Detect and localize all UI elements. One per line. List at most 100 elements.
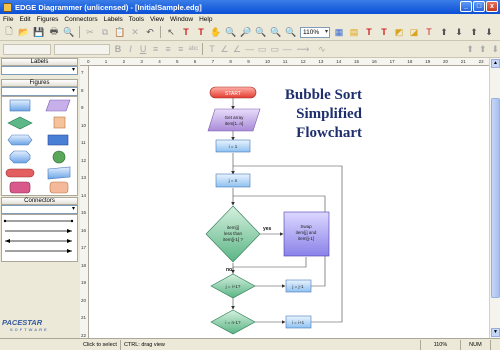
- bold-icon[interactable]: B: [113, 43, 123, 55]
- bring-front-icon[interactable]: ⬆: [438, 26, 450, 38]
- menu-connectors[interactable]: Connectors: [64, 16, 97, 23]
- figure-label-icon[interactable]: T: [423, 26, 435, 38]
- menu-figures[interactable]: Figures: [37, 16, 59, 23]
- text-tool-icon[interactable]: T: [180, 26, 192, 38]
- flip-icon[interactable]: ⬆: [478, 43, 488, 55]
- parallelogram-shape[interactable]: [45, 99, 71, 112]
- octagon-shape[interactable]: [9, 150, 31, 164]
- diagram-canvas[interactable]: 0 1 2 3 4 5 6 7 8 9 10 11 12 13 14 15 16 17 18 19 20 21 22 789…: [80, 58, 489, 338]
- close-button[interactable]: x: [486, 1, 498, 12]
- minimize-button[interactable]: _: [460, 1, 472, 12]
- get-array-label-1: Get array: [225, 115, 245, 120]
- cylinder-shape[interactable]: [49, 181, 69, 194]
- delete-icon[interactable]: ✕: [129, 26, 141, 38]
- square-shape[interactable]: [53, 116, 66, 129]
- align-center-icon[interactable]: ≡: [163, 43, 173, 55]
- rotate-icon[interactable]: ⬇: [491, 43, 500, 55]
- align-bottom-icon[interactable]: ⬇: [483, 26, 495, 38]
- decision-label-1: item[j]: [227, 225, 239, 230]
- connector-elbow[interactable]: [5, 249, 72, 253]
- paste-icon[interactable]: 📋: [114, 26, 126, 38]
- line-style-icon[interactable]: ◪: [408, 26, 420, 38]
- terminator-shape[interactable]: [5, 168, 35, 178]
- status-hint-select: Click to select: [80, 339, 121, 350]
- align-left-icon[interactable]: ≡: [151, 43, 161, 55]
- line-style-dash-icon[interactable]: ▭: [257, 43, 267, 55]
- diamond-shape[interactable]: [7, 116, 33, 130]
- zoom-width-icon[interactable]: 🔍: [285, 26, 297, 38]
- line-weight-icon[interactable]: —: [245, 43, 255, 55]
- copy-icon[interactable]: ⧉: [99, 26, 111, 38]
- fill-figure-icon[interactable]: ◩: [393, 26, 405, 38]
- get-array-label-2: item[1..n]: [225, 121, 244, 126]
- menu-tools[interactable]: Tools: [129, 16, 144, 23]
- maximize-button[interactable]: □: [473, 1, 485, 12]
- menu-window[interactable]: Window: [170, 16, 193, 23]
- connectors-palette: [1, 214, 78, 262]
- connector-double-arrow[interactable]: [5, 239, 72, 243]
- line-color-icon[interactable]: ∠: [220, 43, 230, 55]
- get-array-node[interactable]: [207, 108, 261, 132]
- scroll-thumb[interactable]: [491, 98, 500, 298]
- hexagon-shape[interactable]: [7, 134, 33, 146]
- connector-style-icon[interactable]: ⟿: [295, 43, 311, 55]
- start-label: START: [225, 91, 241, 97]
- trapezoid-shape[interactable]: [47, 134, 69, 146]
- zoom-page-icon[interactable]: 🔍: [255, 26, 267, 38]
- sphere-shape[interactable]: [52, 150, 66, 164]
- italic-icon[interactable]: I: [126, 43, 136, 55]
- shadow-icon[interactable]: ▭: [270, 43, 280, 55]
- spacing-icon[interactable]: ᵃᵇᶜ: [188, 43, 198, 55]
- connector-straight[interactable]: [3, 219, 74, 223]
- labels-select[interactable]: [1, 66, 78, 75]
- font-size-select[interactable]: [54, 43, 111, 55]
- zoom-out-icon[interactable]: 🔎: [240, 26, 252, 38]
- zoom-fit-icon[interactable]: 🔍: [270, 26, 282, 38]
- rounded-shape[interactable]: [9, 181, 31, 194]
- text-box-icon[interactable]: T: [195, 26, 207, 38]
- figures-select[interactable]: [1, 87, 78, 96]
- select-arrow-icon[interactable]: ↖: [165, 26, 177, 38]
- title-bar: EDGE Diagrammer (unlicensed) - [InitialS…: [0, 0, 500, 14]
- arrow-style-icon[interactable]: —: [283, 43, 293, 55]
- cut-icon[interactable]: ✂: [84, 26, 96, 38]
- swap-label-2: item[j] and: [296, 230, 317, 235]
- menu-help[interactable]: Help: [199, 16, 212, 23]
- font-name-select[interactable]: [3, 43, 52, 55]
- rectangle-shape[interactable]: [9, 99, 31, 112]
- connector-arrow[interactable]: [5, 229, 72, 233]
- connectors-select[interactable]: [1, 205, 78, 214]
- format-text-icon[interactable]: T: [363, 26, 375, 38]
- hidden-icon-1[interactable]: [333, 43, 343, 55]
- underline-icon[interactable]: U: [138, 43, 148, 55]
- menu-file[interactable]: File: [3, 16, 13, 23]
- send-back-icon[interactable]: ⬇: [453, 26, 465, 38]
- zoom-tool-icon[interactable]: ⬆: [465, 43, 475, 55]
- flowchart: START Get array item[1..n] i = 1 j = n i…: [205, 86, 343, 335]
- scroll-up-icon[interactable]: ▲: [491, 59, 500, 68]
- align-right-icon[interactable]: ≡: [176, 43, 186, 55]
- menu-view[interactable]: View: [150, 16, 164, 23]
- print-icon[interactable]: 🖶: [48, 26, 60, 38]
- scroll-down-icon[interactable]: ▼: [491, 328, 500, 337]
- align-top-icon[interactable]: ⬆: [468, 26, 480, 38]
- zoom-in-icon[interactable]: 🔍: [225, 26, 237, 38]
- fill-color-icon[interactable]: ∠: [232, 43, 242, 55]
- grid-icon[interactable]: ▦: [333, 26, 345, 38]
- print-preview-icon[interactable]: 🔍: [63, 26, 75, 38]
- text-underline-icon[interactable]: T: [207, 43, 217, 55]
- menu-labels[interactable]: Labels: [104, 16, 123, 23]
- curve-icon[interactable]: ∿: [314, 43, 330, 55]
- save-icon[interactable]: 💾: [33, 26, 45, 38]
- menu-edit[interactable]: Edit: [19, 16, 30, 23]
- zoom-select[interactable]: 110%: [300, 26, 330, 38]
- document-shape[interactable]: [47, 166, 71, 180]
- open-folder-icon[interactable]: 📂: [18, 26, 30, 38]
- undo-icon[interactable]: ↶: [144, 26, 156, 38]
- hand-tool-icon[interactable]: ✋: [210, 26, 222, 38]
- text-color-icon[interactable]: T: [378, 26, 390, 38]
- vertical-scrollbar[interactable]: ▲ ▼: [489, 58, 500, 338]
- new-file-icon[interactable]: 🗋: [3, 26, 15, 38]
- palette-icon[interactable]: ▤: [348, 26, 360, 38]
- left-panel: Labels Figures Connectors: [0, 58, 79, 338]
